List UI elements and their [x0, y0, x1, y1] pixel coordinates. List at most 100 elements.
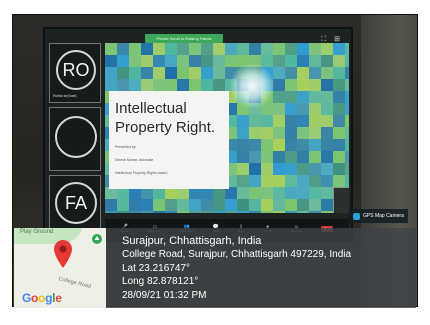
pattern-square	[321, 187, 333, 199]
pattern-square	[285, 67, 297, 79]
pattern-square	[297, 103, 309, 115]
pattern-square	[297, 55, 309, 67]
pattern-square	[309, 151, 321, 163]
pattern-square	[321, 91, 333, 103]
map-road-label: College Road	[57, 276, 92, 290]
pattern-square	[261, 151, 273, 163]
pattern-square	[177, 199, 189, 211]
pattern-square	[273, 187, 285, 199]
pattern-square	[273, 151, 285, 163]
pattern-square	[345, 151, 349, 163]
pattern-square	[345, 55, 349, 67]
pattern-square	[333, 175, 345, 187]
pattern-square	[141, 211, 153, 213]
google-letter: G	[22, 291, 32, 305]
location-city: Surajpur, Chhattisgarh, India	[122, 235, 262, 247]
pattern-square	[237, 115, 249, 127]
slide-title-box: Intellectual Property Right. Presented b…	[109, 91, 229, 189]
slide-title-line: Property Right.	[115, 119, 216, 136]
pattern-square	[297, 67, 309, 79]
location-longitude: Long 82.878121°	[122, 276, 199, 287]
pattern-square	[321, 115, 333, 127]
pattern-square	[129, 199, 141, 211]
pattern-square	[213, 43, 225, 55]
pattern-square	[213, 79, 225, 91]
pattern-square	[177, 67, 189, 79]
location-address: College Road, Surajpur, Chhattisgarh 497…	[122, 249, 352, 260]
pattern-square	[249, 211, 261, 213]
pattern-square	[309, 211, 321, 213]
pattern-square	[201, 43, 213, 55]
pattern-square	[273, 115, 285, 127]
pattern-square	[261, 163, 273, 175]
pattern-square	[249, 139, 261, 151]
pattern-square	[165, 211, 177, 213]
pattern-square	[285, 79, 297, 91]
pattern-square	[333, 43, 345, 55]
pattern-square	[261, 199, 273, 211]
participant-tile: RO Rohila sir(host)	[49, 43, 101, 103]
shared-slide: Intellectual Property Right. Presented b…	[105, 43, 349, 213]
pattern-square	[165, 55, 177, 67]
pattern-square	[213, 211, 225, 213]
pattern-square	[273, 43, 285, 55]
pattern-square	[213, 199, 225, 211]
pattern-square	[105, 199, 117, 211]
pattern-square	[321, 175, 333, 187]
pattern-square	[333, 139, 345, 151]
pattern-square	[345, 127, 349, 139]
pattern-square	[105, 79, 117, 91]
pattern-square	[105, 211, 117, 213]
pattern-square	[309, 43, 321, 55]
presenter-caption: Presented by	[115, 145, 136, 149]
pattern-square	[237, 175, 249, 187]
pattern-square	[345, 175, 349, 187]
pattern-square	[237, 211, 249, 213]
pattern-square	[333, 67, 345, 79]
pattern-square	[297, 127, 309, 139]
pattern-square	[129, 211, 141, 213]
pattern-square	[201, 79, 213, 91]
pattern-square	[273, 139, 285, 151]
pattern-square	[237, 43, 249, 55]
pattern-square	[249, 187, 261, 199]
pattern-square	[117, 67, 129, 79]
pattern-square	[237, 163, 249, 175]
pattern-square	[249, 199, 261, 211]
pattern-square	[309, 127, 321, 139]
pattern-square	[321, 199, 333, 211]
map-place-label: Play Ground	[20, 229, 54, 235]
pattern-square	[213, 55, 225, 67]
pattern-square	[285, 187, 297, 199]
pattern-square	[333, 91, 345, 103]
pattern-square	[297, 151, 309, 163]
pattern-square	[165, 43, 177, 55]
pattern-square	[201, 211, 213, 213]
pattern-square	[189, 211, 201, 213]
location-map: Play Ground College Road Google	[14, 228, 106, 308]
pattern-square	[273, 67, 285, 79]
pattern-square	[285, 91, 297, 103]
pattern-square	[165, 199, 177, 211]
pattern-square	[225, 55, 237, 67]
projected-screen: Please Scroll to Raising Hands ⛶ ⊞ RO Ro…	[43, 27, 353, 242]
pattern-square	[237, 199, 249, 211]
pattern-square	[273, 91, 285, 103]
pattern-square	[237, 127, 249, 139]
pattern-square	[153, 79, 165, 91]
pattern-square	[333, 151, 345, 163]
pattern-square	[309, 199, 321, 211]
pattern-square	[261, 127, 273, 139]
pattern-square	[333, 79, 345, 91]
pattern-square	[297, 211, 309, 213]
pattern-square	[309, 163, 321, 175]
pattern-square	[249, 127, 261, 139]
pattern-square	[261, 211, 273, 213]
pattern-square	[153, 199, 165, 211]
google-letter: e	[55, 291, 62, 305]
pattern-square	[201, 67, 213, 79]
participant-tile	[49, 107, 101, 171]
pattern-square	[309, 55, 321, 67]
gps-app-label: GPS Map Camera	[363, 213, 404, 219]
pattern-square	[273, 55, 285, 67]
